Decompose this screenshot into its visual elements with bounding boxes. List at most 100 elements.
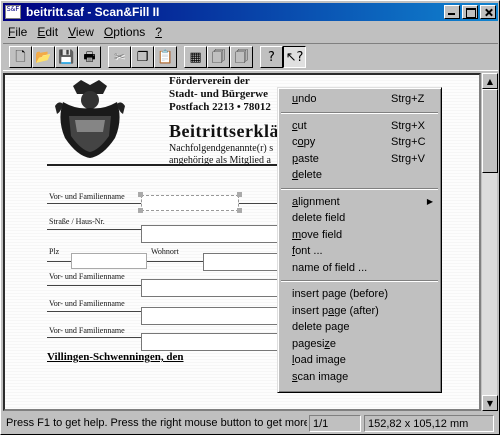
context-menu-item-label: insert page (before): [292, 288, 388, 300]
context-menu-item-label: copy: [292, 136, 316, 148]
context-menu-item-delete-field[interactable]: delete field: [280, 210, 439, 227]
new-button[interactable]: 🗋: [9, 46, 32, 68]
context-menu-item-label: load image: [292, 354, 346, 366]
form-field-selected[interactable]: [141, 195, 239, 211]
arrow-down-icon: ▼: [486, 398, 494, 408]
scroll-down-button[interactable]: ▼: [482, 395, 498, 411]
context-menu-item-label: move field: [292, 228, 343, 241]
menu-help[interactable]: ?: [150, 25, 167, 39]
context-menu-item-delete[interactable]: delete: [280, 167, 439, 184]
context-menu-item-load-image[interactable]: load image: [280, 352, 439, 369]
context-menu-item-insert-page-before[interactable]: insert page (before): [280, 286, 439, 303]
menu-edit[interactable]: Edit: [32, 25, 63, 39]
page-icon: 🗍: [212, 49, 225, 65]
paste-button[interactable]: 📋: [154, 46, 177, 68]
menu-separator: [281, 280, 438, 282]
field-label: Vor- und Familienname: [49, 272, 125, 281]
selection-handle[interactable]: [138, 208, 143, 213]
grid-button[interactable]: ▦: [184, 46, 207, 68]
close-button[interactable]: [480, 5, 496, 19]
help-button[interactable]: ?: [260, 46, 283, 68]
page-next-icon: 🗍: [235, 49, 248, 65]
cut-button[interactable]: ✂: [108, 46, 131, 68]
grid-icon: ▦: [189, 49, 202, 65]
shortcut-hint: Strg+Z: [391, 93, 425, 105]
status-bar: Press F1 to get help. Press the right mo…: [3, 414, 498, 433]
context-menu-item-delete-page[interactable]: delete page: [280, 319, 439, 336]
context-menu-item-label: paste: [292, 152, 319, 165]
org-name-line1: Förderverein der: [169, 75, 250, 87]
form-field[interactable]: [141, 225, 281, 243]
context-menu-item-insert-page-after[interactable]: insert page (after): [280, 303, 439, 320]
cut-icon: ✂: [114, 49, 125, 65]
selection-handle[interactable]: [237, 208, 242, 213]
title-bar[interactable]: S&F beitritt.saf - Scan&Fill II: [3, 3, 498, 21]
context-menu-item-label: cut: [292, 119, 307, 132]
form-field[interactable]: [141, 333, 281, 351]
menu-separator: [281, 187, 438, 190]
field-label: Vor- und Familienname: [49, 326, 125, 335]
submenu-arrow-icon: ▶: [426, 196, 433, 206]
print-icon: 🖶: [83, 49, 96, 65]
selection-handle[interactable]: [138, 192, 143, 197]
divider: [47, 164, 282, 166]
context-menu-item-label: delete field: [292, 212, 346, 224]
menu-options[interactable]: Options: [99, 25, 150, 39]
context-menu-item-label: delete page: [292, 321, 350, 333]
field-label: Straße / Haus-Nr.: [49, 217, 105, 226]
field-label: Vor- und Familienname: [49, 299, 125, 308]
copy-button[interactable]: ❐: [131, 46, 154, 68]
coat-of-arms-image: [55, 80, 125, 158]
form-intro-line1: Nachfolgendgenannte(r) s: [169, 143, 274, 154]
form-field[interactable]: [141, 279, 281, 297]
context-menu-item-pagesize[interactable]: pagesize: [280, 336, 439, 353]
status-page-size: 152,82 x 105,12 mm: [364, 415, 494, 432]
context-menu-item-label: delete: [292, 169, 322, 181]
context-menu-item-label: undo: [292, 93, 317, 105]
context-menu-item-copy[interactable]: copy Strg+C: [280, 134, 439, 151]
context-menu-item-alignment[interactable]: alignment ▶: [280, 194, 439, 211]
open-folder-button[interactable]: 📂: [32, 46, 55, 68]
context-menu-item-scan-image[interactable]: scan image: [280, 369, 439, 386]
context-menu-item-label: alignment: [292, 195, 340, 208]
menu-file[interactable]: File: [3, 25, 32, 39]
print-button[interactable]: 🖶: [78, 46, 101, 68]
app-icon[interactable]: S&F: [5, 5, 21, 19]
context-menu-item-font[interactable]: font ...: [280, 243, 439, 260]
minimize-button[interactable]: [444, 5, 460, 19]
context-menu: undo Strg+Z cut Strg+X copy Strg+C paste Strg+V…: [277, 87, 442, 393]
page-button[interactable]: 🗍: [207, 46, 230, 68]
form-title: Beitrittserklär: [169, 121, 288, 141]
selection-handle[interactable]: [237, 192, 242, 197]
context-menu-item-cut[interactable]: cut Strg+X: [280, 118, 439, 135]
arrow-up-icon: ▲: [486, 76, 494, 86]
scroll-up-button[interactable]: ▲: [482, 73, 498, 89]
context-menu-item-label: name of field ...: [292, 261, 368, 274]
vertical-scrollbar[interactable]: ▲ ▼: [481, 73, 498, 411]
menu-view[interactable]: View: [63, 25, 99, 39]
help-icon: ?: [268, 49, 275, 65]
context-menu-item-paste[interactable]: paste Strg+V: [280, 151, 439, 168]
form-field[interactable]: [203, 253, 281, 271]
org-name-line2: Stadt- und Bürgerwe: [169, 88, 269, 100]
context-help-button[interactable]: ↖?: [283, 46, 306, 68]
save-button[interactable]: 💾: [55, 46, 78, 68]
context-menu-item-label: pagesize: [292, 337, 337, 350]
context-menu-item-undo[interactable]: undo Strg+Z: [280, 91, 439, 108]
status-help-text: Press F1 to get help. Press the right mo…: [6, 417, 307, 429]
form-field[interactable]: [71, 253, 147, 269]
status-page-indicator: 1/1: [309, 415, 361, 432]
maximize-button[interactable]: [462, 5, 478, 19]
shortcut-hint: Strg+C: [391, 136, 426, 148]
application-window: S&F beitritt.saf - Scan&Fill II File Edit…: [0, 0, 500, 435]
context-menu-item-name-of-field[interactable]: name of field ...: [280, 260, 439, 277]
save-icon: 💾: [58, 49, 75, 65]
field-label: Plz: [49, 247, 60, 256]
page-next-button[interactable]: 🗍: [230, 46, 253, 68]
menu-separator: [281, 111, 438, 114]
paste-icon: 📋: [157, 49, 174, 65]
context-menu-item-move-field[interactable]: move field: [280, 227, 439, 244]
form-field[interactable]: [141, 307, 281, 325]
field-label: Wohnort: [151, 247, 179, 256]
scroll-thumb[interactable]: [482, 89, 498, 173]
